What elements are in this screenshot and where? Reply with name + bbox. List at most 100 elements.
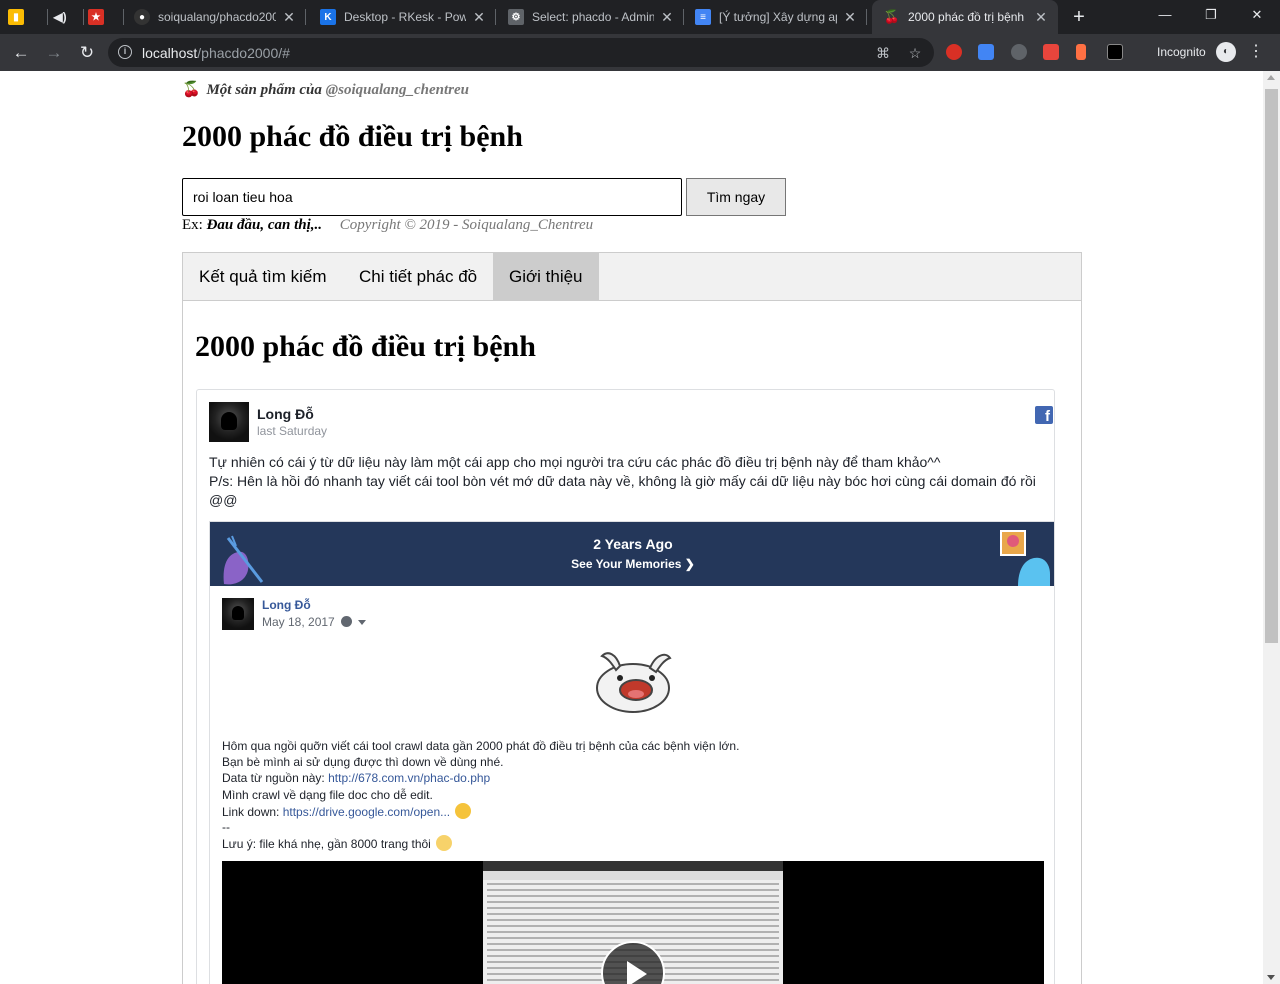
shared-post-text: Hôm qua ngồi quỡn viết cái tool crawl da… xyxy=(222,738,1042,852)
browser-tab-1[interactable]: ▮ xyxy=(8,0,48,34)
memory-card: 2 Years Ago See Your Memories ❯ Long Đỗ … xyxy=(209,521,1054,984)
tab-panel: Kết quả tìm kiếm Chi tiết phác đồ Giới t… xyxy=(182,252,1082,984)
tab-search-results[interactable]: Kết quả tìm kiếm xyxy=(183,253,343,301)
memory-art-icon xyxy=(1000,530,1050,586)
download-link[interactable]: https://drive.google.com/open... xyxy=(283,805,450,819)
shared-text-line: Bạn bè mình ai sử dụng được thì down về … xyxy=(222,755,504,770)
download-label: Link down: xyxy=(222,804,283,819)
thumbnail-addressbar xyxy=(483,871,783,880)
browser-tab-3[interactable]: ★ xyxy=(88,0,124,34)
memory-title: 2 Years Ago xyxy=(593,536,673,552)
address-bar[interactable]: i localhost/phacdo2000/# ⌘ ☆ xyxy=(108,38,934,67)
facebook-post-embed: Long Đỗ last Saturday f Tự nhiên có cái … xyxy=(196,389,1055,984)
example-text: Đau đầu, can thị,.. xyxy=(206,217,323,233)
video-player[interactable] xyxy=(222,861,1044,984)
bunny-sticker-icon xyxy=(596,652,672,713)
close-icon[interactable]: ✕ xyxy=(282,9,296,26)
pinned-favicon-icon: ★ xyxy=(88,9,104,25)
browser-tab-admin[interactable]: ⚙ Select: phacdo - Admin ✕ xyxy=(508,0,684,34)
page-title: 2000 phác đồ điều trị bệnh xyxy=(182,120,523,153)
tab-title: 2000 phác đồ trị bệnh xyxy=(908,10,1025,24)
close-icon[interactable]: ✕ xyxy=(843,9,857,26)
incognito-icon[interactable]: ◐ xyxy=(1216,42,1236,62)
note-text: Lưu ý: file khá nhẹ, gần 8000 trang thôi xyxy=(222,837,431,852)
forward-button[interactable]: → xyxy=(41,40,67,66)
tab-title: soiqualang/phacdo2000 xyxy=(158,10,276,24)
example-prefix: Ex: xyxy=(182,217,203,233)
section-title: 2000 phác đồ điều trị bệnh xyxy=(195,330,536,363)
github-favicon-icon: ● xyxy=(134,9,150,25)
memory-banner[interactable]: 2 Years Ago See Your Memories ❯ xyxy=(210,522,1054,586)
back-button[interactable]: ← xyxy=(8,40,34,66)
url-text: localhost/phacdo2000/# xyxy=(142,45,290,61)
browser-tab-active[interactable]: 🍒 2000 phác đồ trị bệnh ✕ xyxy=(872,0,1058,34)
tab-protocol-details[interactable]: Chi tiết phác đồ xyxy=(343,253,493,301)
cherry-icon: 🍒 xyxy=(182,82,201,98)
translate-icon[interactable]: ⌘ xyxy=(874,44,892,62)
shared-post-date: May 18, 2017 xyxy=(262,615,366,629)
chevron-down-icon[interactable] xyxy=(357,620,366,625)
globe-icon xyxy=(340,616,352,627)
browser-tab-docs[interactable]: ≡ [Ý tưởng] Xây dựng app ✕ xyxy=(695,0,867,34)
search-button[interactable]: Tìm ngay xyxy=(686,178,786,216)
close-icon[interactable]: ✕ xyxy=(1034,9,1048,26)
reload-button[interactable]: ↻ xyxy=(74,40,100,66)
thumbnail-titlebar xyxy=(483,861,783,871)
avatar[interactable] xyxy=(222,598,254,630)
extension-icon[interactable] xyxy=(1043,44,1059,60)
extension-icon[interactable] xyxy=(1011,44,1027,60)
scroll-up-icon[interactable] xyxy=(1267,75,1275,80)
browser-tab-powerbi[interactable]: K Desktop - RKesk - Power ✕ xyxy=(320,0,496,34)
shared-post-date-text[interactable]: May 18, 2017 xyxy=(262,615,335,629)
shared-text-line: Lưu ý: file khá nhẹ, gần 8000 trang thôi xyxy=(222,835,1042,852)
extension-icon[interactable] xyxy=(1107,44,1123,60)
keep-favicon-icon: ▮ xyxy=(8,9,24,25)
close-icon[interactable]: ✕ xyxy=(660,9,674,26)
source-link[interactable]: http://678.com.vn/phac-do.php xyxy=(328,771,490,785)
browser-tab-2[interactable]: ◀) xyxy=(52,0,84,34)
shared-text-line: Link down: https://drive.google.com/open… xyxy=(222,802,1042,819)
page-scrollbar[interactable] xyxy=(1263,71,1280,984)
close-window-button[interactable]: ✕ xyxy=(1234,0,1280,30)
post-text-line: Tự nhiên có cái ý từ dữ liệu này làm một… xyxy=(209,454,941,470)
incognito-label: Incognito xyxy=(1157,45,1206,59)
tab-title: Select: phacdo - Admin xyxy=(532,10,654,24)
extension-icon[interactable] xyxy=(1076,44,1086,60)
tab-title: Desktop - RKesk - Power xyxy=(344,10,466,24)
post-text: Tự nhiên có cái ý từ dữ liệu này làm một… xyxy=(209,453,1044,510)
url-path: /phacdo2000/# xyxy=(197,45,290,61)
post-time[interactable]: last Saturday xyxy=(257,424,327,438)
menu-icon[interactable]: ⋮ xyxy=(1248,42,1264,62)
restore-button[interactable]: ❐ xyxy=(1188,0,1234,30)
close-icon[interactable]: ✕ xyxy=(472,9,486,26)
admin-favicon-icon: ⚙ xyxy=(508,9,524,25)
search-input[interactable] xyxy=(182,178,682,216)
avatar[interactable] xyxy=(209,402,249,442)
scroll-down-icon[interactable] xyxy=(1267,975,1275,980)
source-label: Data từ nguồn này: xyxy=(222,771,329,786)
scrollbar-thumb[interactable] xyxy=(1265,89,1278,643)
smile-emoji-icon xyxy=(455,802,472,819)
shared-text-line: Mình crawl về dạng file doc cho dễ edit. xyxy=(222,787,433,802)
shared-text-line: -- xyxy=(222,819,230,834)
tab-introduction[interactable]: Giới thiệu xyxy=(493,253,599,301)
emoji-icon xyxy=(435,835,452,852)
google-translate-icon[interactable] xyxy=(978,44,994,60)
page-viewport: 🍒 Một sản phẩm của @soiqualang_chentreu … xyxy=(0,71,1263,984)
extension-icon[interactable] xyxy=(946,44,962,60)
see-memories-link[interactable]: See Your Memories ❯ xyxy=(210,557,1054,571)
tab-bar: Kết quả tìm kiếm Chi tiết phác đồ Giới t… xyxy=(183,253,1081,301)
post-author[interactable]: Long Đỗ xyxy=(257,406,314,422)
facebook-icon[interactable]: f xyxy=(1035,406,1053,424)
shared-text-line: Hôm qua ngồi quỡn viết cái tool crawl da… xyxy=(222,739,740,753)
shared-post-author[interactable]: Long Đỗ xyxy=(262,598,311,612)
browser-tab-github[interactable]: ● soiqualang/phacdo2000 ✕ xyxy=(134,0,306,34)
minimize-button[interactable]: — xyxy=(1142,0,1188,30)
k-favicon-icon: K xyxy=(320,9,336,25)
bookmark-star-icon[interactable]: ☆ xyxy=(906,44,924,62)
post-text-line: P/s: Hên là hồi đó nhanh tay viết cái to… xyxy=(209,473,1036,508)
new-tab-button[interactable]: + xyxy=(1068,4,1090,30)
tab-title: [Ý tưởng] Xây dựng app xyxy=(719,10,837,24)
info-icon[interactable]: i xyxy=(118,45,132,59)
speaker-icon: ◀) xyxy=(53,10,67,24)
